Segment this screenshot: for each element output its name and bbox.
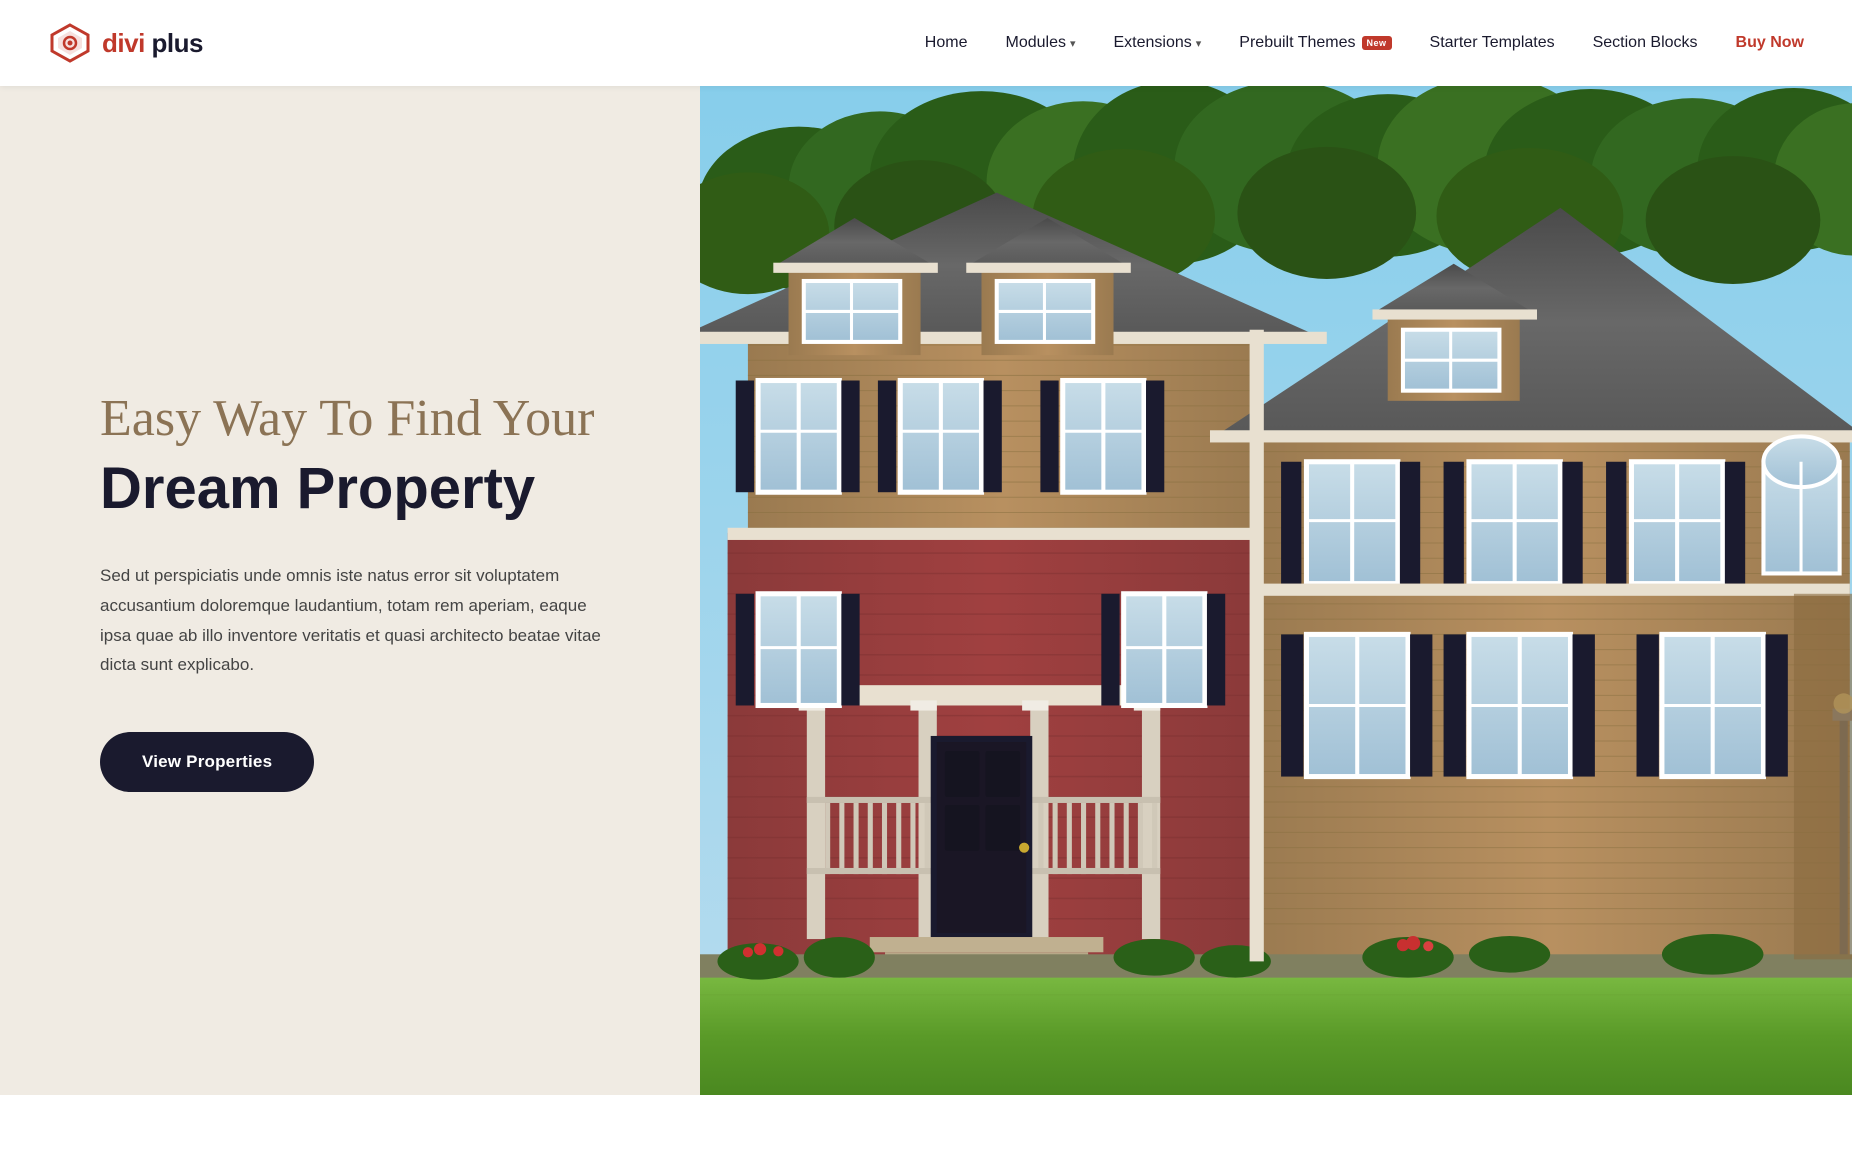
nav-section-blocks[interactable]: Section Blocks — [1593, 34, 1698, 52]
hero-description: Sed ut perspiciatis unde omnis iste natu… — [100, 561, 620, 680]
hero-title: Dream Property — [100, 457, 620, 521]
hero-subtitle: Easy Way To Find Your — [100, 389, 620, 449]
hero-image-area — [700, 86, 1852, 1095]
nav-extensions[interactable]: Extensions ▾ — [1114, 34, 1202, 52]
hero-content: Easy Way To Find Your Dream Property Sed… — [0, 86, 700, 1095]
logo-link[interactable]: divi plus — [48, 21, 203, 65]
view-properties-button[interactable]: View Properties — [100, 732, 314, 792]
house-illustration — [700, 86, 1852, 1095]
nav-buy-now[interactable]: Buy Now — [1736, 34, 1804, 52]
chevron-down-icon: ▾ — [1196, 37, 1202, 50]
hero-section: Easy Way To Find Your Dream Property Sed… — [0, 86, 1852, 1095]
new-badge: New — [1362, 36, 1392, 50]
logo-text: divi plus — [102, 28, 203, 59]
nav-links: Home Modules ▾ Extensions ▾ Prebuilt The… — [925, 34, 1804, 52]
nav-prebuilt-themes[interactable]: Prebuilt Themes New — [1239, 34, 1391, 52]
navbar: divi plus Home Modules ▾ Extensions ▾ Pr… — [0, 0, 1852, 86]
nav-modules[interactable]: Modules ▾ — [1005, 34, 1075, 52]
nav-home[interactable]: Home — [925, 34, 968, 52]
chevron-down-icon: ▾ — [1070, 37, 1076, 50]
nav-starter-templates[interactable]: Starter Templates — [1430, 34, 1555, 52]
logo-icon — [48, 21, 92, 65]
